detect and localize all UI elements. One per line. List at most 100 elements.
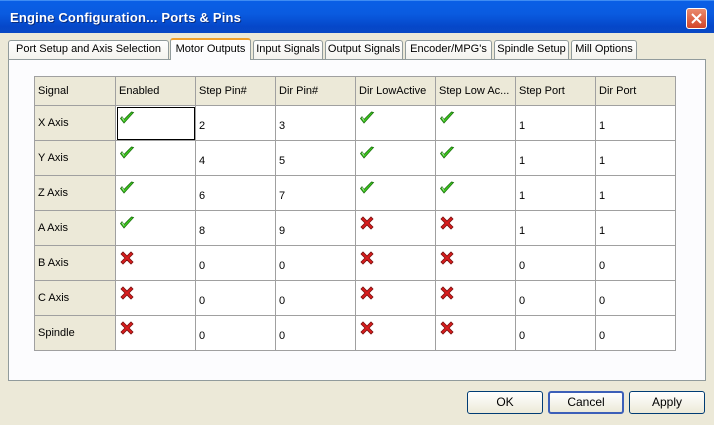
- dir-low-active-cell[interactable]: [355, 175, 436, 211]
- dir-port-cell[interactable]: 1: [595, 175, 676, 211]
- dir-pin-cell[interactable]: 3: [275, 105, 356, 141]
- green-check-icon: [439, 111, 455, 125]
- dir-port-cell[interactable]: 0: [595, 280, 676, 316]
- signal-cell[interactable]: C Axis: [34, 280, 116, 316]
- red-x-icon: [439, 251, 455, 265]
- red-x-icon: [439, 286, 455, 300]
- enabled-cell[interactable]: [115, 315, 196, 351]
- dir-low-active-cell[interactable]: [355, 315, 436, 351]
- enabled-cell[interactable]: [115, 140, 196, 176]
- dir-port-cell[interactable]: 1: [595, 105, 676, 141]
- apply-button[interactable]: Apply: [629, 391, 705, 414]
- enabled-cell[interactable]: [115, 210, 196, 246]
- step-pin-cell[interactable]: 6: [195, 175, 276, 211]
- green-check-icon: [119, 111, 135, 125]
- step-port-cell[interactable]: 1: [515, 210, 596, 246]
- signal-cell[interactable]: X Axis: [34, 105, 116, 141]
- tab-input-signals[interactable]: Input Signals: [253, 40, 323, 59]
- signal-cell[interactable]: Spindle: [34, 315, 116, 351]
- col-header-dir-pin[interactable]: Dir Pin#: [275, 76, 356, 106]
- green-check-icon: [119, 216, 135, 230]
- red-x-icon: [119, 321, 135, 335]
- col-header-enabled[interactable]: Enabled: [115, 76, 196, 106]
- title-bar[interactable]: Engine Configuration... Ports & Pins: [0, 0, 714, 33]
- step-low-active-cell[interactable]: [435, 245, 516, 281]
- table-row: A Axis 8 9 1 1: [34, 210, 676, 246]
- green-check-icon: [359, 181, 375, 195]
- table-row: B Axis 0 0 0 0: [34, 245, 676, 281]
- col-header-step-port[interactable]: Step Port: [515, 76, 596, 106]
- dir-port-cell[interactable]: 0: [595, 315, 676, 351]
- dir-pin-cell[interactable]: 9: [275, 210, 356, 246]
- step-port-cell[interactable]: 0: [515, 280, 596, 316]
- motor-outputs-grid[interactable]: Signal Enabled Step Pin# Dir Pin# Dir Lo…: [34, 76, 676, 351]
- step-pin-cell[interactable]: 0: [195, 280, 276, 316]
- step-low-active-cell[interactable]: [435, 105, 516, 141]
- table-row: X Axis 2 3 1 1: [34, 105, 676, 141]
- dir-low-active-cell[interactable]: [355, 245, 436, 281]
- col-header-signal[interactable]: Signal: [34, 76, 116, 106]
- tab-motor-outputs[interactable]: Motor Outputs: [170, 38, 251, 60]
- step-pin-cell[interactable]: 0: [195, 315, 276, 351]
- enabled-cell[interactable]: [115, 105, 196, 141]
- dir-pin-cell[interactable]: 0: [275, 315, 356, 351]
- step-pin-cell[interactable]: 8: [195, 210, 276, 246]
- tab-output-signals[interactable]: Output Signals: [325, 40, 403, 59]
- signal-cell[interactable]: Y Axis: [34, 140, 116, 176]
- enabled-cell[interactable]: [115, 245, 196, 281]
- step-port-cell[interactable]: 0: [515, 315, 596, 351]
- step-pin-cell[interactable]: 4: [195, 140, 276, 176]
- enabled-cell[interactable]: [115, 280, 196, 316]
- dir-low-active-cell[interactable]: [355, 280, 436, 316]
- step-pin-cell[interactable]: 2: [195, 105, 276, 141]
- tab-spindle-setup[interactable]: Spindle Setup: [494, 40, 569, 59]
- col-header-dir-low-active[interactable]: Dir LowActive: [355, 76, 436, 106]
- dir-port-cell[interactable]: 1: [595, 210, 676, 246]
- tab-port-setup[interactable]: Port Setup and Axis Selection: [8, 40, 169, 59]
- table-row: Z Axis 6 7 1 1: [34, 175, 676, 211]
- tab-mill-options[interactable]: Mill Options: [571, 40, 637, 59]
- step-port-cell[interactable]: 0: [515, 245, 596, 281]
- dir-low-active-cell[interactable]: [355, 105, 436, 141]
- dir-low-active-cell[interactable]: [355, 210, 436, 246]
- close-button[interactable]: [686, 8, 707, 29]
- table-row: Spindle 0 0 0 0: [34, 315, 676, 351]
- signal-cell[interactable]: B Axis: [34, 245, 116, 281]
- table-row: C Axis 0 0 0 0: [34, 280, 676, 316]
- red-x-icon: [359, 286, 375, 300]
- red-x-icon: [119, 286, 135, 300]
- col-header-dir-port[interactable]: Dir Port: [595, 76, 676, 106]
- step-low-active-cell[interactable]: [435, 140, 516, 176]
- ok-button[interactable]: OK: [467, 391, 543, 414]
- dir-pin-cell[interactable]: 7: [275, 175, 356, 211]
- dir-pin-cell[interactable]: 0: [275, 280, 356, 316]
- red-x-icon: [359, 251, 375, 265]
- cancel-button[interactable]: Cancel: [548, 391, 624, 414]
- green-check-icon: [119, 146, 135, 160]
- signal-cell[interactable]: A Axis: [34, 210, 116, 246]
- green-check-icon: [439, 181, 455, 195]
- step-port-cell[interactable]: 1: [515, 105, 596, 141]
- step-port-cell[interactable]: 1: [515, 175, 596, 211]
- step-low-active-cell[interactable]: [435, 175, 516, 211]
- dir-low-active-cell[interactable]: [355, 140, 436, 176]
- step-low-active-cell[interactable]: [435, 280, 516, 316]
- step-port-cell[interactable]: 1: [515, 140, 596, 176]
- step-low-active-cell[interactable]: [435, 210, 516, 246]
- dir-port-cell[interactable]: 0: [595, 245, 676, 281]
- enabled-cell[interactable]: [115, 175, 196, 211]
- col-header-step-pin[interactable]: Step Pin#: [195, 76, 276, 106]
- step-pin-cell[interactable]: 0: [195, 245, 276, 281]
- red-x-icon: [439, 321, 455, 335]
- signal-cell[interactable]: Z Axis: [34, 175, 116, 211]
- close-icon: [691, 13, 702, 24]
- grid-header-row: Signal Enabled Step Pin# Dir Pin# Dir Lo…: [34, 76, 676, 106]
- col-header-step-low-active[interactable]: Step Low Ac...: [435, 76, 516, 106]
- window-title: Engine Configuration... Ports & Pins: [10, 10, 242, 25]
- dir-pin-cell[interactable]: 0: [275, 245, 356, 281]
- dir-port-cell[interactable]: 1: [595, 140, 676, 176]
- step-low-active-cell[interactable]: [435, 315, 516, 351]
- red-x-icon: [359, 321, 375, 335]
- tab-encoder-mpg[interactable]: Encoder/MPG's: [405, 40, 492, 59]
- dir-pin-cell[interactable]: 5: [275, 140, 356, 176]
